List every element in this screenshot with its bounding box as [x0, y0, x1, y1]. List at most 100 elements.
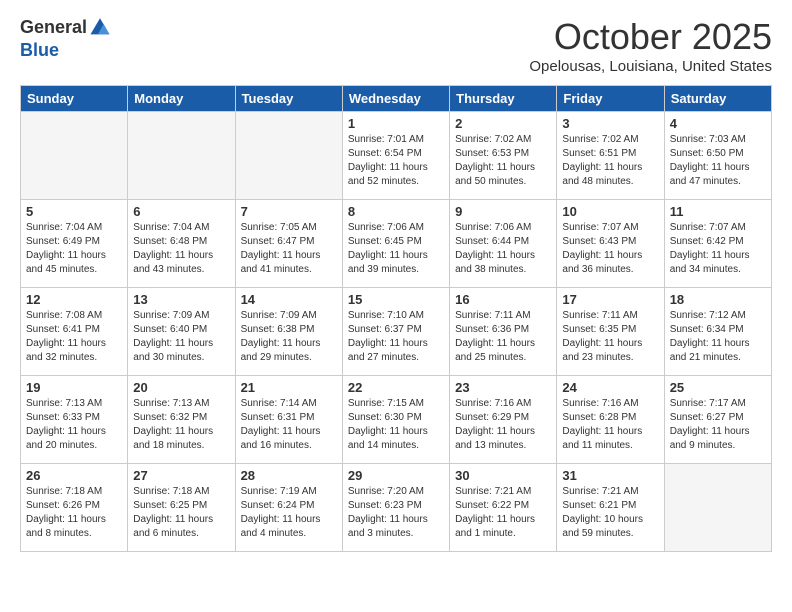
day-number: 11 [670, 204, 766, 219]
day-number: 16 [455, 292, 551, 307]
weekday-header: Saturday [664, 86, 771, 112]
calendar-cell [235, 112, 342, 200]
weekday-header: Thursday [450, 86, 557, 112]
calendar-cell: 24 Sunrise: 7:16 AMSunset: 6:28 PMDayligh… [557, 376, 664, 464]
month-title: October 2025 [529, 16, 772, 58]
weekday-header: Monday [128, 86, 235, 112]
location-subtitle: Opelousas, Louisiana, United States [529, 58, 772, 75]
cell-info: Sunrise: 7:16 AMSunset: 6:28 PMDaylight:… [562, 397, 658, 453]
calendar-cell: 6Sunrise: 7:04 AMSunset: 6:48 PMDaylight… [128, 200, 235, 288]
calendar-cell [21, 112, 128, 200]
calendar-table: SundayMondayTuesdayWednesdayThursdayFrid… [20, 85, 772, 552]
calendar-cell: 22 Sunrise: 7:15 AMSunset: 6:30 PMDayligh… [342, 376, 449, 464]
calendar-cell: 11 Sunrise: 7:07 AMSunset: 6:42 PMDayligh… [664, 200, 771, 288]
cell-info: Sunrise: 7:15 AMSunset: 6:30 PMDaylight:… [348, 397, 444, 453]
calendar-cell: 4Sunrise: 7:03 AMSunset: 6:50 PMDaylight… [664, 112, 771, 200]
day-number: 24 [562, 380, 658, 395]
calendar-cell: 2 Sunrise: 7:02 AMSunset: 6:53 PMDaylight… [450, 112, 557, 200]
day-number: 9 [455, 204, 551, 219]
calendar-cell: 9 Sunrise: 7:06 AMSunset: 6:44 PMDaylight… [450, 200, 557, 288]
calendar-header-row: SundayMondayTuesdayWednesdayThursdayFrid… [21, 86, 772, 112]
cell-info: Sunrise: 7:01 AMSunset: 6:54 PMDaylight:… [348, 133, 444, 189]
cell-info: Sunrise: 7:14 AMSunset: 6:31 PMDaylight:… [241, 397, 337, 453]
calendar-week-row: 12 Sunrise: 7:08 AMSunset: 6:41 PMDayligh… [21, 288, 772, 376]
calendar-cell: 29 Sunrise: 7:20 AMSunset: 6:23 PMDayligh… [342, 464, 449, 552]
cell-info: Sunrise: 7:04 AMSunset: 6:48 PMDaylight:… [133, 221, 229, 277]
calendar-week-row: 26Sunrise: 7:18 AMSunset: 6:26 PMDayligh… [21, 464, 772, 552]
calendar-cell: 23 Sunrise: 7:16 AMSunset: 6:29 PMDayligh… [450, 376, 557, 464]
logo-blue: Blue [20, 40, 59, 60]
day-number: 2 [455, 116, 551, 131]
weekday-header: Friday [557, 86, 664, 112]
calendar-cell: 20 Sunrise: 7:13 AMSunset: 6:32 PMDayligh… [128, 376, 235, 464]
calendar-cell [664, 464, 771, 552]
calendar-cell: 5 Sunrise: 7:04 AMSunset: 6:49 PMDaylight… [21, 200, 128, 288]
cell-info: Sunrise: 7:05 AMSunset: 6:47 PMDaylight:… [241, 221, 337, 277]
weekday-header: Tuesday [235, 86, 342, 112]
cell-info: Sunrise: 7:17 AMSunset: 6:27 PMDaylight:… [670, 397, 766, 453]
day-number: 28 [241, 468, 337, 483]
cell-info: Sunrise: 7:02 AMSunset: 6:53 PMDaylight:… [455, 133, 551, 189]
day-number: 21 [241, 380, 337, 395]
day-number: 1 [348, 116, 444, 131]
cell-info: Sunrise: 7:20 AMSunset: 6:23 PMDaylight:… [348, 485, 444, 541]
cell-info: Sunrise: 7:19 AMSunset: 6:24 PMDaylight:… [241, 485, 337, 541]
header: General Blue October 2025 Opelousas, Lou… [20, 16, 772, 75]
calendar-cell: 28 Sunrise: 7:19 AMSunset: 6:24 PMDayligh… [235, 464, 342, 552]
cell-info: Sunrise: 7:16 AMSunset: 6:29 PMDaylight:… [455, 397, 551, 453]
day-number: 31 [562, 468, 658, 483]
calendar-cell: 15Sunrise: 7:10 AMSunset: 6:37 PMDayligh… [342, 288, 449, 376]
day-number: 17 [562, 292, 658, 307]
cell-info: Sunrise: 7:13 AMSunset: 6:32 PMDaylight:… [133, 397, 229, 453]
cell-info: Sunrise: 7:09 AMSunset: 6:38 PMDaylight:… [241, 309, 337, 365]
cell-info: Sunrise: 7:18 AMSunset: 6:25 PMDaylight:… [133, 485, 229, 541]
cell-info: Sunrise: 7:03 AMSunset: 6:50 PMDaylight:… [670, 133, 766, 189]
day-number: 22 [348, 380, 444, 395]
calendar-week-row: 1 Sunrise: 7:01 AMSunset: 6:54 PMDaylight… [21, 112, 772, 200]
weekday-header: Wednesday [342, 86, 449, 112]
cell-info: Sunrise: 7:06 AMSunset: 6:44 PMDaylight:… [455, 221, 551, 277]
cell-info: Sunrise: 7:07 AMSunset: 6:42 PMDaylight:… [670, 221, 766, 277]
calendar-cell: 3Sunrise: 7:02 AMSunset: 6:51 PMDaylight… [557, 112, 664, 200]
day-number: 12 [26, 292, 122, 307]
calendar-cell: 17Sunrise: 7:11 AMSunset: 6:35 PMDayligh… [557, 288, 664, 376]
calendar-cell: 19Sunrise: 7:13 AMSunset: 6:33 PMDayligh… [21, 376, 128, 464]
cell-info: Sunrise: 7:13 AMSunset: 6:33 PMDaylight:… [26, 397, 122, 453]
cell-info: Sunrise: 7:10 AMSunset: 6:37 PMDaylight:… [348, 309, 444, 365]
page-container: General Blue October 2025 Opelousas, Lou… [0, 0, 792, 562]
calendar-cell: 16 Sunrise: 7:11 AMSunset: 6:36 PMDayligh… [450, 288, 557, 376]
day-number: 29 [348, 468, 444, 483]
calendar-cell: 18Sunrise: 7:12 AMSunset: 6:34 PMDayligh… [664, 288, 771, 376]
day-number: 10 [562, 204, 658, 219]
weekday-header: Sunday [21, 86, 128, 112]
calendar-cell: 26Sunrise: 7:18 AMSunset: 6:26 PMDayligh… [21, 464, 128, 552]
day-number: 23 [455, 380, 551, 395]
calendar-cell: 12 Sunrise: 7:08 AMSunset: 6:41 PMDayligh… [21, 288, 128, 376]
cell-info: Sunrise: 7:21 AMSunset: 6:21 PMDaylight:… [562, 485, 658, 541]
day-number: 14 [241, 292, 337, 307]
day-number: 30 [455, 468, 551, 483]
calendar-cell: 10 Sunrise: 7:07 AMSunset: 6:43 PMDayligh… [557, 200, 664, 288]
cell-info: Sunrise: 7:08 AMSunset: 6:41 PMDaylight:… [26, 309, 122, 365]
cell-info: Sunrise: 7:11 AMSunset: 6:36 PMDaylight:… [455, 309, 551, 365]
day-number: 5 [26, 204, 122, 219]
logo: General Blue [20, 16, 111, 62]
cell-info: Sunrise: 7:04 AMSunset: 6:49 PMDaylight:… [26, 221, 122, 277]
cell-info: Sunrise: 7:21 AMSunset: 6:22 PMDaylight:… [455, 485, 551, 541]
cell-info: Sunrise: 7:06 AMSunset: 6:45 PMDaylight:… [348, 221, 444, 277]
calendar-cell: 14 Sunrise: 7:09 AMSunset: 6:38 PMDayligh… [235, 288, 342, 376]
calendar-cell: 13 Sunrise: 7:09 AMSunset: 6:40 PMDayligh… [128, 288, 235, 376]
calendar-cell: 7 Sunrise: 7:05 AMSunset: 6:47 PMDaylight… [235, 200, 342, 288]
day-number: 13 [133, 292, 229, 307]
day-number: 20 [133, 380, 229, 395]
cell-info: Sunrise: 7:09 AMSunset: 6:40 PMDaylight:… [133, 309, 229, 365]
calendar-cell: 31 Sunrise: 7:21 AMSunset: 6:21 PMDayligh… [557, 464, 664, 552]
cell-info: Sunrise: 7:18 AMSunset: 6:26 PMDaylight:… [26, 485, 122, 541]
calendar-week-row: 19Sunrise: 7:13 AMSunset: 6:33 PMDayligh… [21, 376, 772, 464]
day-number: 18 [670, 292, 766, 307]
calendar-cell [128, 112, 235, 200]
cell-info: Sunrise: 7:07 AMSunset: 6:43 PMDaylight:… [562, 221, 658, 277]
day-number: 7 [241, 204, 337, 219]
calendar-cell: 21 Sunrise: 7:14 AMSunset: 6:31 PMDayligh… [235, 376, 342, 464]
title-block: October 2025 Opelousas, Louisiana, Unite… [529, 16, 772, 75]
